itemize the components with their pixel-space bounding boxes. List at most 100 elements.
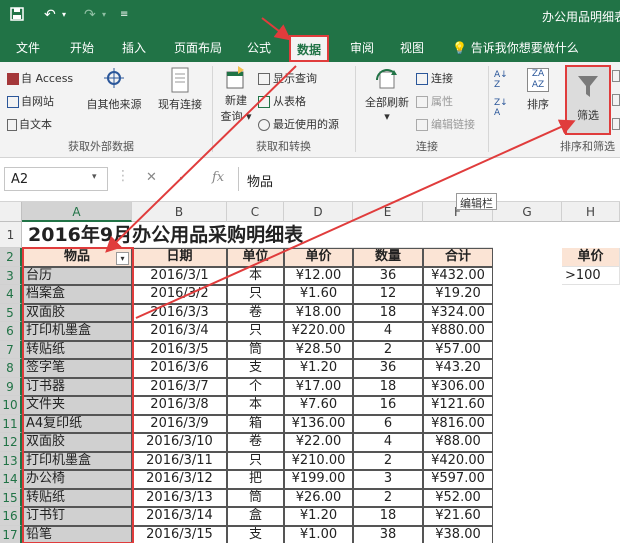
table-cell-item[interactable]: 转贴纸 xyxy=(22,340,132,359)
table-cell-price[interactable]: ¥1.60 xyxy=(284,285,353,304)
table-cell-date[interactable]: 2016/3/2 xyxy=(132,285,227,304)
enter-icon[interactable]: ✓ xyxy=(178,170,189,185)
column-header-c[interactable]: C xyxy=(227,202,284,222)
column-header-e[interactable]: E xyxy=(353,202,423,222)
table-cell-total[interactable]: ¥597.00 xyxy=(423,470,493,489)
table-cell-total[interactable]: ¥52.00 xyxy=(423,488,493,507)
table-cell-total[interactable]: ¥432.00 xyxy=(423,266,493,285)
save-icon[interactable] xyxy=(10,7,24,25)
formula-input[interactable]: 物品 xyxy=(238,167,620,191)
table-cell-total[interactable]: ¥19.20 xyxy=(423,285,493,304)
table-cell-item[interactable]: A4复印纸 xyxy=(22,414,132,433)
table-cell-unit[interactable]: 支 xyxy=(227,525,284,543)
tab-formulas[interactable]: 公式 xyxy=(247,39,271,56)
table-cell-price[interactable]: ¥210.00 xyxy=(284,451,353,470)
cancel-icon[interactable]: ✕ xyxy=(146,170,157,185)
table-cell-date[interactable]: 2016/3/11 xyxy=(132,451,227,470)
row-header[interactable]: 15 xyxy=(0,488,22,507)
new-query-button[interactable]: 新建 查询 ▾ xyxy=(218,66,254,124)
table-cell-total[interactable]: ¥21.60 xyxy=(423,507,493,526)
table-cell-qty[interactable]: 12 xyxy=(353,285,423,304)
row-header[interactable]: 13 xyxy=(0,451,22,470)
table-cell-qty[interactable]: 2 xyxy=(353,488,423,507)
table-header-cell[interactable]: 数量 xyxy=(353,248,423,267)
table-cell-unit[interactable]: 盒 xyxy=(227,507,284,526)
table-cell-price[interactable]: ¥7.60 xyxy=(284,396,353,415)
reapply-filter-icon[interactable] xyxy=(612,94,620,106)
table-cell-item[interactable]: 双面胶 xyxy=(22,433,132,452)
table-cell-unit[interactable]: 只 xyxy=(227,322,284,341)
table-header-cell[interactable]: 物品 ▾ xyxy=(22,248,132,267)
table-cell-price[interactable]: ¥199.00 xyxy=(284,470,353,489)
table-cell-total[interactable]: ¥420.00 xyxy=(423,451,493,470)
table-cell-qty[interactable]: 6 xyxy=(353,414,423,433)
sort-za-icon[interactable]: Z↓ A xyxy=(494,98,508,118)
table-cell-qty[interactable]: 4 xyxy=(353,322,423,341)
filter-dropdown-icon[interactable]: ▾ xyxy=(116,252,129,265)
table-cell-date[interactable]: 2016/3/12 xyxy=(132,470,227,489)
table-cell-unit[interactable]: 只 xyxy=(227,285,284,304)
table-cell-total[interactable]: ¥121.60 xyxy=(423,396,493,415)
table-cell-qty[interactable]: 2 xyxy=(353,340,423,359)
table-cell-price[interactable]: ¥1.20 xyxy=(284,507,353,526)
table-cell-date[interactable]: 2016/3/10 xyxy=(132,433,227,452)
from-table-button[interactable]: 从表格 xyxy=(258,93,306,109)
row-header[interactable]: 1 xyxy=(0,222,22,248)
table-cell-item[interactable]: 打印机墨盒 xyxy=(22,322,132,341)
table-cell-price[interactable]: ¥1.00 xyxy=(284,525,353,543)
table-header-cell[interactable]: 日期 xyxy=(132,248,227,267)
clear-filter-icon[interactable] xyxy=(612,70,620,82)
table-cell-item[interactable]: 订书钉 xyxy=(22,507,132,526)
row-header[interactable]: 6 xyxy=(0,322,22,341)
table-cell-qty[interactable]: 18 xyxy=(353,303,423,322)
row-header[interactable]: 9 xyxy=(0,377,22,396)
from-web-button[interactable]: 自网站 xyxy=(7,93,54,109)
table-cell-unit[interactable]: 个 xyxy=(227,377,284,396)
table-cell-item[interactable]: 打印机墨盒 xyxy=(22,451,132,470)
table-cell-item[interactable]: 双面胶 xyxy=(22,303,132,322)
row-header[interactable]: 4 xyxy=(0,285,22,304)
from-text-button[interactable]: 自文本 xyxy=(7,116,52,132)
table-cell-qty[interactable]: 18 xyxy=(353,507,423,526)
table-cell-unit[interactable]: 本 xyxy=(227,396,284,415)
table-cell-item[interactable]: 办公椅 xyxy=(22,470,132,489)
table-cell-total[interactable]: ¥324.00 xyxy=(423,303,493,322)
table-cell-qty[interactable]: 2 xyxy=(353,451,423,470)
table-cell-item[interactable]: 签字笔 xyxy=(22,359,132,378)
table-cell-price[interactable]: ¥1.20 xyxy=(284,359,353,378)
table-cell-item[interactable]: 档案盒 xyxy=(22,285,132,304)
criteria-value-cell[interactable]: >100 xyxy=(562,266,620,285)
filter-button[interactable]: 筛选 xyxy=(565,65,611,135)
table-cell-item[interactable]: 台历 xyxy=(22,266,132,285)
column-header-g[interactable]: G xyxy=(493,202,562,222)
table-cell-total[interactable]: ¥57.00 xyxy=(423,340,493,359)
table-cell-price[interactable]: ¥18.00 xyxy=(284,303,353,322)
table-cell-price[interactable]: ¥136.00 xyxy=(284,414,353,433)
table-cell-qty[interactable]: 3 xyxy=(353,470,423,489)
table-cell-unit[interactable]: 本 xyxy=(227,266,284,285)
existing-connections-button[interactable]: 现有连接 xyxy=(154,66,206,112)
advanced-filter-icon[interactable] xyxy=(612,118,620,130)
table-cell-unit[interactable]: 把 xyxy=(227,470,284,489)
table-cell-date[interactable]: 2016/3/4 xyxy=(132,322,227,341)
table-cell-item[interactable]: 文件夹 xyxy=(22,396,132,415)
row-header[interactable]: 8 xyxy=(0,359,22,378)
tab-review[interactable]: 审阅 xyxy=(350,39,374,56)
sort-button[interactable]: ZA AZ 排序 xyxy=(518,68,558,112)
customize-qat-icon[interactable]: ≡ xyxy=(120,7,128,23)
row-header[interactable]: 5 xyxy=(0,303,22,322)
table-cell-item[interactable]: 转贴纸 xyxy=(22,488,132,507)
table-cell-qty[interactable]: 38 xyxy=(353,525,423,543)
undo-dropdown-icon[interactable]: ▾ xyxy=(62,7,66,23)
table-cell-unit[interactable]: 筒 xyxy=(227,340,284,359)
table-cell-qty[interactable]: 16 xyxy=(353,396,423,415)
table-cell-unit[interactable]: 卷 xyxy=(227,303,284,322)
table-cell-price[interactable]: ¥12.00 xyxy=(284,266,353,285)
table-cell-price[interactable]: ¥28.50 xyxy=(284,340,353,359)
table-cell-date[interactable]: 2016/3/15 xyxy=(132,525,227,543)
row-header[interactable]: 16 xyxy=(0,507,22,526)
from-access-button[interactable]: 自 Access xyxy=(7,70,73,86)
table-cell-total[interactable]: ¥880.00 xyxy=(423,322,493,341)
table-cell-unit[interactable]: 箱 xyxy=(227,414,284,433)
tab-view[interactable]: 视图 xyxy=(400,39,424,56)
